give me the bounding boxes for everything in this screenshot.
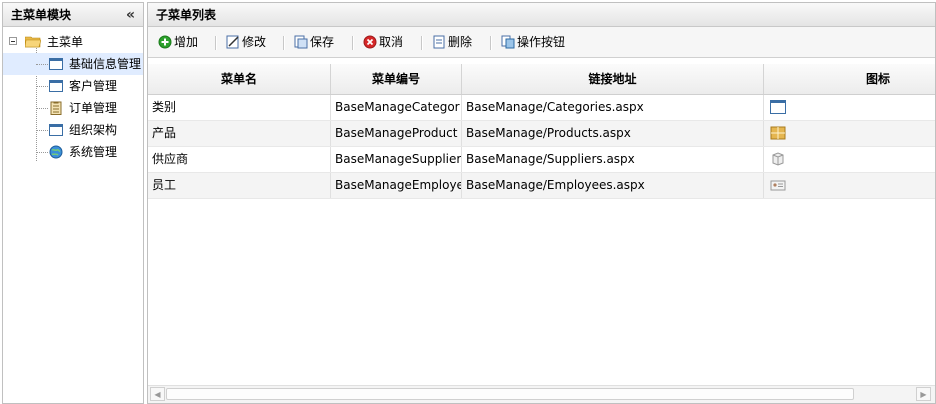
edit-button[interactable]: 修改	[226, 33, 266, 51]
tree-root-label: 主菜单	[47, 35, 84, 49]
west-panel: 主菜单模块 « 主菜单 基础信息管理 客户管理 订单管理 组织架构 系统管理	[2, 2, 144, 404]
center-panel-title: 子菜单列表	[156, 8, 217, 22]
edit-icon	[226, 35, 239, 49]
sidebar-item-organization[interactable]: 组织架构	[3, 119, 143, 141]
cell-code[interactable]: BaseManageEmploye	[331, 173, 462, 198]
sidebar-item-customers[interactable]: 客户管理	[3, 75, 143, 97]
sidebar-item-label: 系统管理	[69, 145, 118, 159]
add-button[interactable]: 增加	[158, 33, 198, 51]
column-header-icon[interactable]: 图标	[764, 64, 935, 94]
buttons-icon	[501, 35, 515, 49]
sidebar-item-label: 组织架构	[69, 123, 118, 137]
sidebar-item-system[interactable]: 系统管理	[3, 141, 143, 163]
column-header-name[interactable]: 菜单名	[148, 64, 331, 94]
add-label: 增加	[174, 35, 199, 49]
west-panel-title: 主菜单模块	[11, 8, 72, 22]
cancel-button[interactable]: 取消	[363, 33, 403, 51]
cell-url[interactable]: BaseManage/Suppliers.aspx	[462, 147, 764, 172]
scroll-left-icon[interactable]: ◀	[150, 387, 165, 401]
add-icon	[158, 35, 172, 49]
west-panel-header: 主菜单模块 «	[3, 3, 143, 27]
action-buttons-button[interactable]: 操作按钮	[501, 33, 565, 51]
folder-open-icon	[25, 36, 41, 48]
globe-icon	[49, 145, 63, 159]
menu-tree: 主菜单 基础信息管理 客户管理 订单管理 组织架构 系统管理	[3, 27, 143, 163]
table-row[interactable]: 类别 BaseManageCategor BaseManage/Categori…	[148, 95, 935, 121]
table-row[interactable]: 员工 BaseManageEmploye BaseManage/Employee…	[148, 173, 935, 199]
sidebar-item-label: 基础信息管理	[69, 57, 142, 71]
cell-url[interactable]: BaseManage/Categories.aspx	[462, 95, 764, 120]
sidebar-item-basic-info[interactable]: 基础信息管理	[3, 53, 143, 75]
toolbar-separator	[215, 36, 217, 50]
cell-icon[interactable]	[764, 173, 935, 198]
tree-root[interactable]: 主菜单	[3, 31, 143, 53]
sidebar-item-label: 客户管理	[69, 79, 118, 93]
window-icon	[770, 100, 786, 114]
cell-code[interactable]: BaseManageProduct	[331, 121, 462, 146]
product-icon	[770, 126, 786, 140]
table-row[interactable]: 产品 BaseManageProduct BaseManage/Products…	[148, 121, 935, 147]
cancel-icon	[363, 35, 377, 49]
toolbar-separator	[490, 36, 492, 50]
center-panel: 子菜单列表 增加 修改 保存 取消 删除 操作按钮 菜单名 菜单编号 链接地址 …	[147, 2, 936, 404]
sidebar-item-label: 订单管理	[69, 101, 118, 115]
save-icon	[294, 35, 308, 49]
cell-icon[interactable]	[764, 121, 935, 146]
scroll-right-icon[interactable]: ▶	[916, 387, 931, 401]
column-header-code[interactable]: 菜单编号	[331, 64, 462, 94]
cancel-label: 取消	[379, 35, 404, 49]
horizontal-scrollbar[interactable]: ◀ ▶	[148, 385, 935, 403]
clipboard-icon	[50, 101, 62, 115]
cell-icon[interactable]	[764, 147, 935, 172]
cell-icon[interactable]	[764, 95, 935, 120]
tree-branch-line	[36, 86, 48, 87]
table-row[interactable]: 供应商 BaseManageSupplier BaseManage/Suppli…	[148, 147, 935, 173]
tree-branch-line	[36, 64, 48, 65]
edit-label: 修改	[242, 35, 267, 49]
delete-icon	[433, 35, 445, 49]
tree-branch-line	[36, 108, 48, 109]
center-panel-header: 子菜单列表	[148, 3, 935, 27]
sidebar-item-orders[interactable]: 订单管理	[3, 97, 143, 119]
cell-url[interactable]: BaseManage/Products.aspx	[462, 121, 764, 146]
cell-code[interactable]: BaseManageCategor	[331, 95, 462, 120]
collapse-node-icon[interactable]	[9, 37, 17, 45]
save-label: 保存	[310, 35, 335, 49]
toolbar-separator	[352, 36, 354, 50]
tree-branch-line	[36, 152, 48, 153]
scrollbar-thumb[interactable]	[166, 388, 854, 400]
cell-name[interactable]: 产品	[148, 121, 331, 146]
delete-button[interactable]: 删除	[432, 33, 472, 51]
id-card-icon	[770, 180, 786, 191]
window-icon	[49, 124, 63, 136]
grid-body: 类别 BaseManageCategor BaseManage/Categori…	[148, 95, 935, 199]
delete-label: 删除	[448, 35, 473, 49]
toolbar-separator	[283, 36, 285, 50]
collapse-icon[interactable]: «	[126, 3, 135, 27]
window-icon	[49, 80, 63, 92]
cell-name[interactable]: 供应商	[148, 147, 331, 172]
save-button[interactable]: 保存	[294, 33, 334, 51]
cell-code[interactable]: BaseManageSupplier	[331, 147, 462, 172]
cell-name[interactable]: 员工	[148, 173, 331, 198]
cell-url[interactable]: BaseManage/Employees.aspx	[462, 173, 764, 198]
tree-branch-line	[36, 130, 48, 131]
action-buttons-label: 操作按钮	[517, 35, 566, 49]
window-icon	[49, 58, 63, 70]
toolbar-separator	[421, 36, 423, 50]
column-header-url[interactable]: 链接地址	[462, 64, 764, 94]
grid-header: 菜单名 菜单编号 链接地址 图标	[148, 64, 935, 95]
toolbar: 增加 修改 保存 取消 删除 操作按钮	[148, 27, 935, 58]
box-icon	[772, 152, 784, 166]
cell-name[interactable]: 类别	[148, 95, 331, 120]
